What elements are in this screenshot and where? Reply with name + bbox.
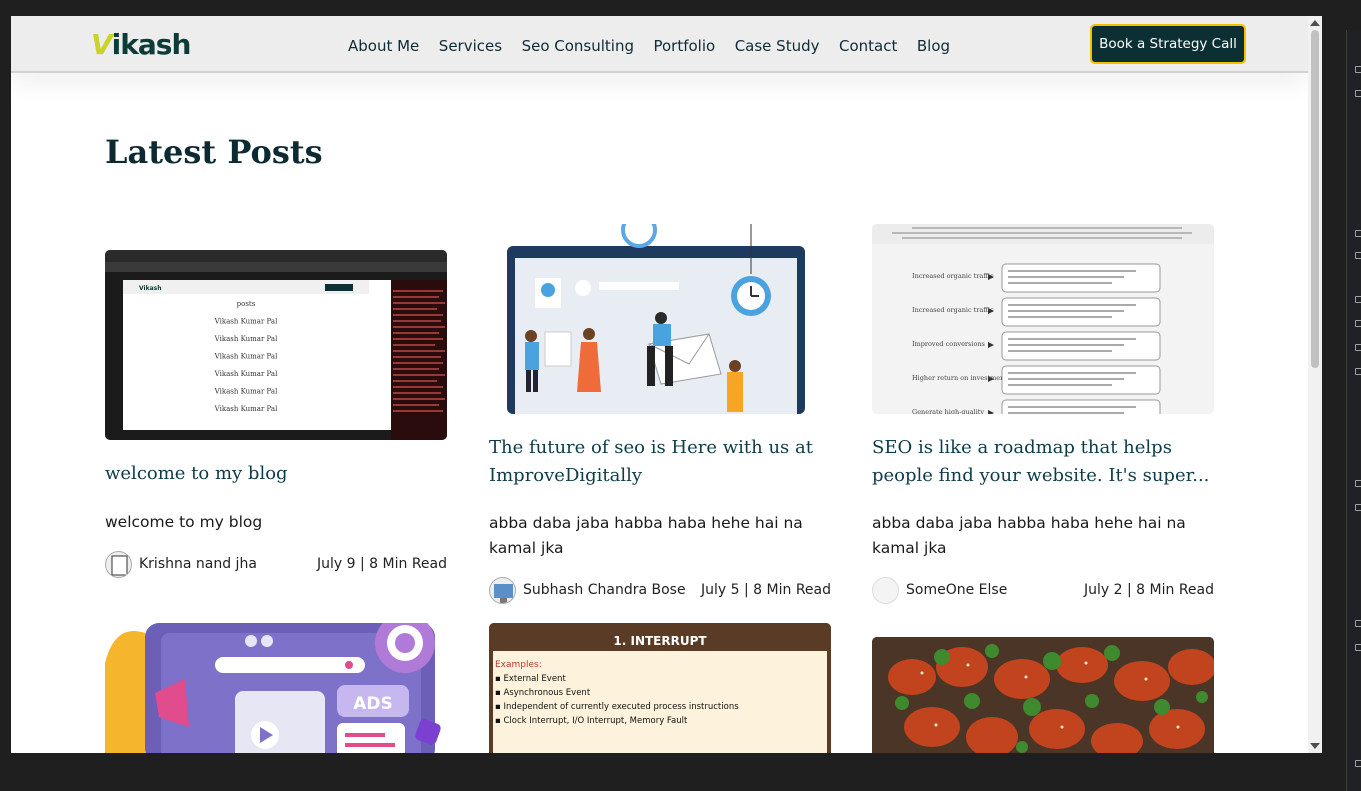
infographic-text-line (1008, 338, 1136, 340)
infographic-row-label: Increased organic traffic (912, 306, 994, 314)
slide-bullet-item: ▪ Clock Interrupt, I/O Interrupt, Memory… (495, 716, 688, 726)
post-excerpt: welcome to my blog (105, 513, 263, 531)
browser-frame: Vikash About Me Services Seo Consulting … (0, 0, 1361, 791)
interrupt-slide-image: 1. INTERRUPT Examples: ▪ External Event ▪… (489, 623, 831, 753)
post-meta: Krishna nand jha July 9 | 8 Min Read (105, 550, 447, 578)
infographic-text-line (1008, 270, 1136, 272)
post-excerpt: abba daba jaba habba haba hehe hai na ka… (489, 514, 803, 557)
devtools-icon[interactable] (1355, 644, 1361, 651)
nav-blog[interactable]: Blog (917, 37, 950, 55)
infographic-row-label: Improved conversions (912, 340, 985, 348)
nav-seo-consulting[interactable]: Seo Consulting (522, 37, 634, 55)
infographic-arrow-icon (988, 342, 994, 348)
post-date: July 2 | 8 Min Read (1084, 582, 1214, 598)
devtools-icon[interactable] (1355, 90, 1361, 97)
author-name: SomeOne Else (906, 582, 1008, 598)
scrollbar-thumb[interactable] (1311, 30, 1319, 368)
thumb-list-line: Vikash Kumar Pal (214, 335, 278, 343)
infographic-text-line (1008, 282, 1112, 284)
infographic-text-line (1008, 384, 1112, 386)
food-dish-image (872, 637, 1214, 753)
nav-portfolio[interactable]: Portfolio (653, 37, 715, 55)
nav-contact[interactable]: Contact (839, 37, 897, 55)
book-strategy-call-button[interactable]: Book a Strategy Call (1090, 24, 1246, 64)
seo-benefits-infographic-image: Increased organic traffic Increased organ… (872, 224, 1214, 414)
post-thumbnail[interactable]: 1. INTERRUPT Examples: ▪ External Event ▪… (489, 623, 831, 753)
post-meta: Subhash Chandra Bose July 5 | 8 Min Read (489, 576, 831, 604)
post-title[interactable]: The future of seo is Here with us at Imp… (489, 434, 831, 490)
post-title[interactable]: SEO is like a roadmap that helps people … (872, 434, 1214, 490)
post-thumbnail[interactable] (872, 637, 1214, 753)
nav-about-me[interactable]: About Me (348, 37, 419, 55)
thumb-list-line: Vikash Kumar Pal (214, 353, 278, 361)
post-thumbnail[interactable]: ADS (105, 623, 447, 753)
infographic-text-line (1008, 378, 1124, 380)
thumb-list-line: Vikash Kumar Pal (214, 318, 278, 326)
infographic-row-label: Increased organic traffic (912, 272, 994, 280)
slide-bullet-item: ▪ Asynchronous Event (495, 688, 591, 698)
thumb-list-line: Vikash Kumar Pal (214, 405, 278, 413)
devtools-icon[interactable] (1355, 252, 1361, 259)
ads-illustration-image: ADS (105, 623, 441, 753)
post-meta: SomeOne Else July 2 | 8 Min Read (872, 576, 1214, 604)
author-name: Subhash Chandra Bose (523, 582, 686, 598)
thumb-list-line: Vikash Kumar Pal (214, 370, 278, 378)
scroll-up-arrow-icon[interactable] (1310, 20, 1320, 26)
devtools-icon[interactable] (1355, 320, 1361, 327)
section-title: Latest Posts (105, 133, 323, 171)
devtools-icon[interactable] (1355, 480, 1361, 487)
infographic-row-label: Higher return on investment (912, 374, 1007, 382)
infographic-text-line (1008, 412, 1124, 414)
ads-badge-text: ADS (353, 694, 393, 714)
devtools-icon[interactable] (1355, 230, 1361, 237)
scroll-down-arrow-icon[interactable] (1310, 743, 1320, 749)
devtools-icon[interactable] (1355, 504, 1361, 511)
infographic-arrow-icon (988, 410, 994, 414)
screenshot-thumbnail-image: Vikash posts Vikash Kumar Pal Vikash Kumar… (105, 250, 447, 440)
devtools-icon[interactable] (1355, 620, 1361, 627)
nav-services[interactable]: Services (439, 37, 502, 55)
infographic-row-label: Generate high-quality (912, 408, 984, 414)
post-date: July 5 | 8 Min Read (701, 582, 831, 598)
infographic-text-line (1008, 316, 1112, 318)
slide-bullet-item: ▪ External Event (495, 674, 566, 684)
main-nav: About Me Services Seo Consulting Portfol… (348, 37, 970, 55)
infographic-text-line (1008, 276, 1124, 278)
post-thumbnail[interactable]: Vikash posts Vikash Kumar Pal Vikash Kumar… (105, 250, 447, 440)
slide-subhead: Examples: (495, 660, 542, 670)
infographic-text-line (1008, 350, 1112, 352)
web-page: Vikash About Me Services Seo Consulting … (11, 16, 1308, 753)
author-avatar (489, 576, 516, 604)
post-thumbnail[interactable]: Increased organic traffic Increased organ… (872, 224, 1214, 414)
nav-case-study[interactable]: Case Study (735, 37, 820, 55)
devtools-icon[interactable] (1355, 296, 1361, 303)
email-illustration-image (507, 224, 805, 414)
devtools-icon[interactable] (1355, 760, 1361, 767)
page-scrollbar[interactable] (1308, 16, 1322, 753)
devtools-icon[interactable] (1355, 344, 1361, 351)
infographic-text-line (1008, 310, 1124, 312)
infographic-text-line (1008, 304, 1136, 306)
slide-bullet-item: ▪ Independent of currently executed proc… (495, 702, 739, 712)
infographic-text-line (1008, 372, 1136, 374)
infographic-text-line (1008, 406, 1136, 408)
post-title[interactable]: welcome to my blog (105, 460, 447, 490)
author-avatar (872, 576, 899, 604)
site-header: Vikash About Me Services Seo Consulting … (11, 16, 1308, 73)
thumb-list-line: Vikash Kumar Pal (214, 388, 278, 396)
author-avatar (105, 550, 132, 578)
devtools-icon[interactable] (1355, 66, 1361, 73)
infographic-text-line (1008, 344, 1124, 346)
thumb-logo: Vikash (139, 285, 161, 292)
site-logo[interactable]: Vikash (91, 28, 191, 61)
author-name: Krishna nand jha (139, 556, 257, 572)
thumb-list-line: posts (237, 300, 256, 308)
post-excerpt: abba daba jaba habba haba hehe hai na ka… (872, 514, 1186, 557)
devtools-panel-edge (1346, 30, 1361, 791)
devtools-icon[interactable] (1355, 368, 1361, 375)
slide-heading: 1. INTERRUPT (613, 634, 707, 648)
post-thumbnail[interactable] (489, 224, 831, 414)
post-date: July 9 | 8 Min Read (317, 556, 447, 572)
